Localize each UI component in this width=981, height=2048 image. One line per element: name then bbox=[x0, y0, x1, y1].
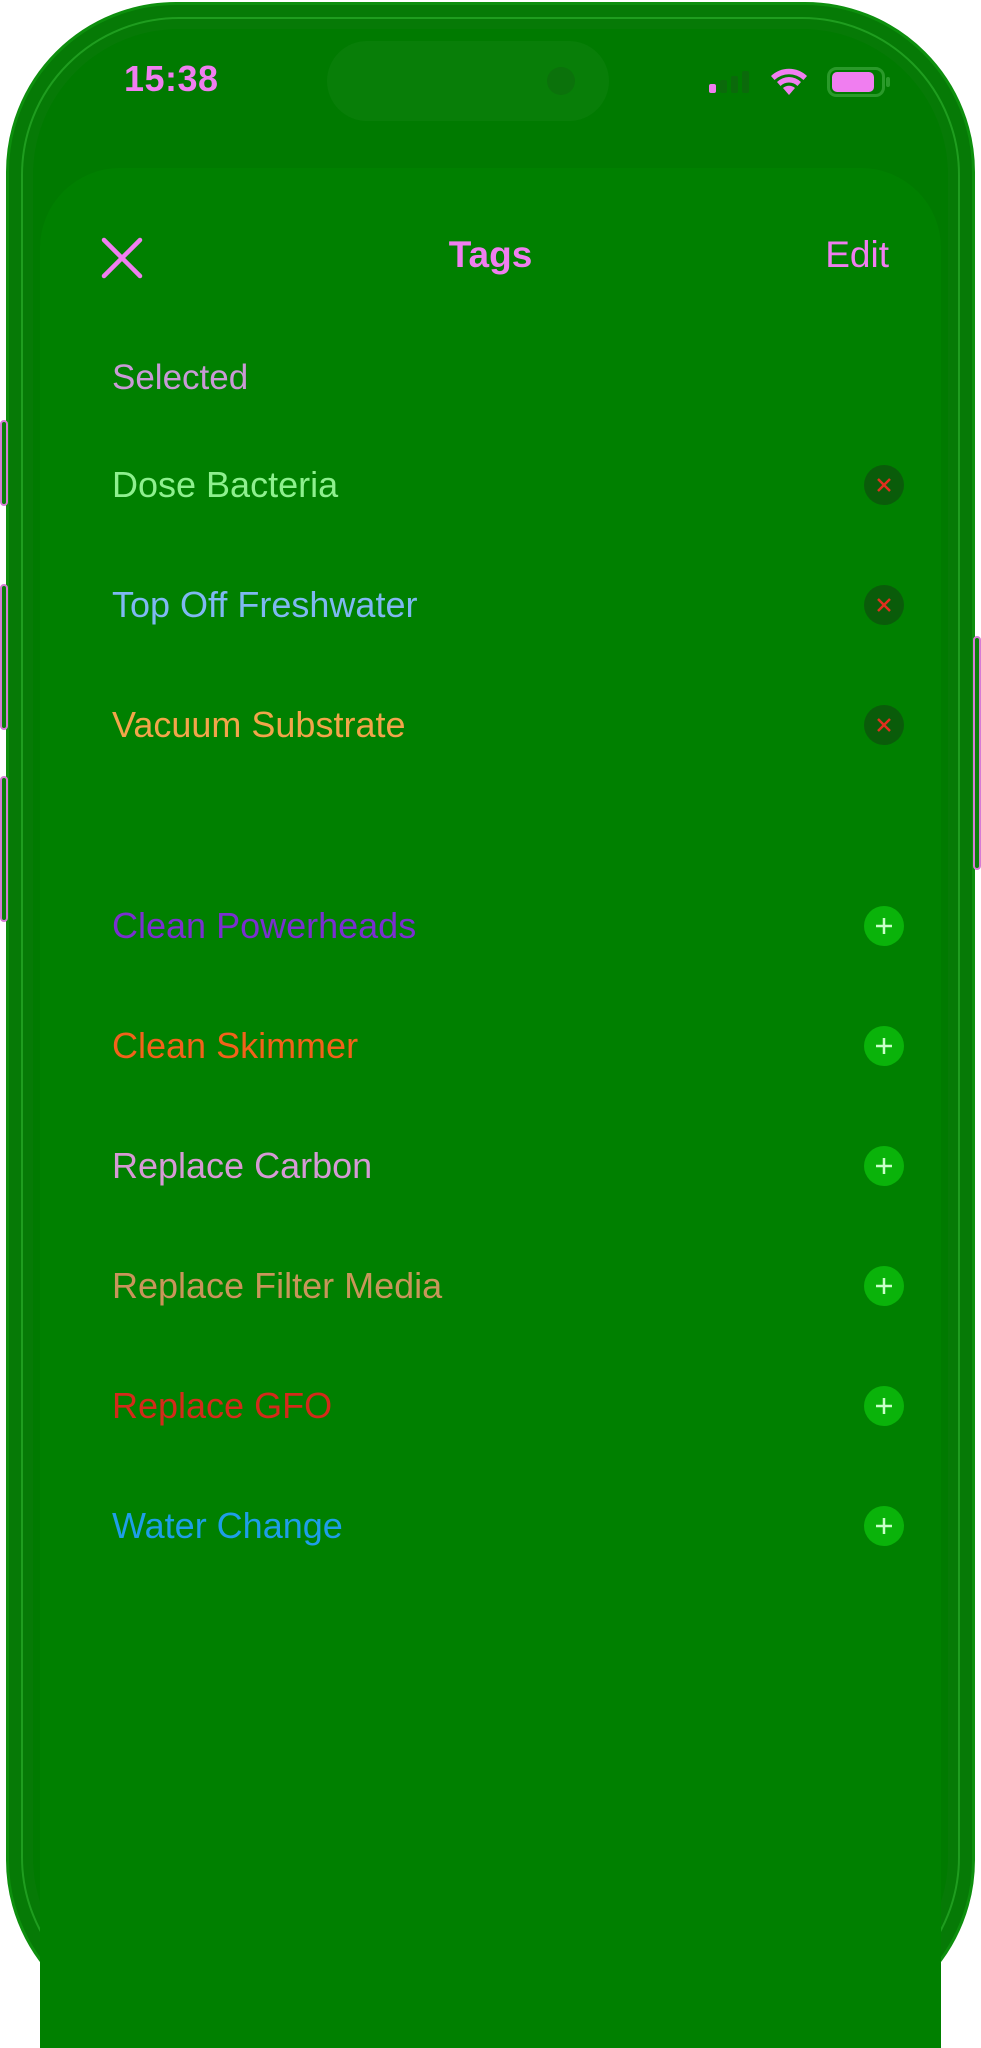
remove-x-icon bbox=[877, 718, 891, 732]
remove-tag-button[interactable] bbox=[864, 705, 904, 745]
add-plus-icon bbox=[876, 1398, 892, 1414]
status-time: 15:38 bbox=[124, 58, 219, 99]
tag-label: Vacuum Substrate bbox=[112, 704, 406, 745]
add-tag-button[interactable] bbox=[864, 906, 904, 946]
tag-label: Clean Powerheads bbox=[112, 905, 417, 946]
volume-down-button bbox=[0, 776, 8, 922]
volume-up-button bbox=[0, 584, 8, 730]
available-tag-row[interactable]: Clean Skimmer bbox=[112, 986, 906, 1106]
tags-sheet: Tags Edit Selected Dose Bacteria Top Off… bbox=[40, 168, 941, 2048]
wifi-icon bbox=[771, 68, 807, 95]
tag-label: Replace GFO bbox=[112, 1385, 333, 1426]
tag-label: Replace Carbon bbox=[112, 1145, 373, 1186]
remove-tag-button[interactable] bbox=[864, 585, 904, 625]
dynamic-island bbox=[327, 41, 609, 121]
camera-icon bbox=[547, 67, 575, 95]
remove-x-icon bbox=[877, 478, 891, 492]
add-plus-icon bbox=[876, 1158, 892, 1174]
add-tag-button[interactable] bbox=[864, 1266, 904, 1306]
add-plus-icon bbox=[876, 1278, 892, 1294]
available-tag-row[interactable]: Replace GFO bbox=[112, 1346, 906, 1466]
selected-tag-row[interactable]: Dose Bacteria bbox=[112, 425, 906, 545]
add-tag-button[interactable] bbox=[864, 1146, 904, 1186]
battery-icon bbox=[827, 67, 890, 97]
tag-label: Top Off Freshwater bbox=[112, 584, 418, 625]
add-plus-icon bbox=[876, 918, 892, 934]
add-plus-icon bbox=[876, 1038, 892, 1054]
edit-button[interactable]: Edit bbox=[825, 234, 889, 276]
section-header-selected: Selected bbox=[112, 358, 249, 397]
available-tag-row[interactable]: Replace Carbon bbox=[112, 1106, 906, 1226]
available-tag-row[interactable]: Clean Powerheads bbox=[112, 866, 906, 986]
add-tag-button[interactable] bbox=[864, 1026, 904, 1066]
remove-x-icon bbox=[877, 598, 891, 612]
add-tag-button[interactable] bbox=[864, 1386, 904, 1426]
add-plus-icon bbox=[876, 1518, 892, 1534]
selected-tag-row[interactable]: Vacuum Substrate bbox=[112, 665, 906, 785]
page-title: Tags bbox=[448, 234, 533, 275]
tag-label: Clean Skimmer bbox=[112, 1025, 359, 1066]
available-tag-row[interactable]: Replace Filter Media bbox=[112, 1226, 906, 1346]
tag-label: Replace Filter Media bbox=[112, 1265, 443, 1306]
status-icons bbox=[709, 62, 891, 102]
tag-label: Water Change bbox=[112, 1505, 343, 1546]
remove-tag-button[interactable] bbox=[864, 465, 904, 505]
tag-label: Dose Bacteria bbox=[112, 464, 339, 505]
available-tag-row[interactable]: Water Change bbox=[112, 1466, 906, 1586]
action-button bbox=[0, 420, 8, 506]
power-button bbox=[973, 636, 981, 870]
selected-tag-row[interactable]: Top Off Freshwater bbox=[112, 545, 906, 665]
cellular-signal-icon bbox=[709, 71, 749, 93]
add-tag-button[interactable] bbox=[864, 1506, 904, 1546]
